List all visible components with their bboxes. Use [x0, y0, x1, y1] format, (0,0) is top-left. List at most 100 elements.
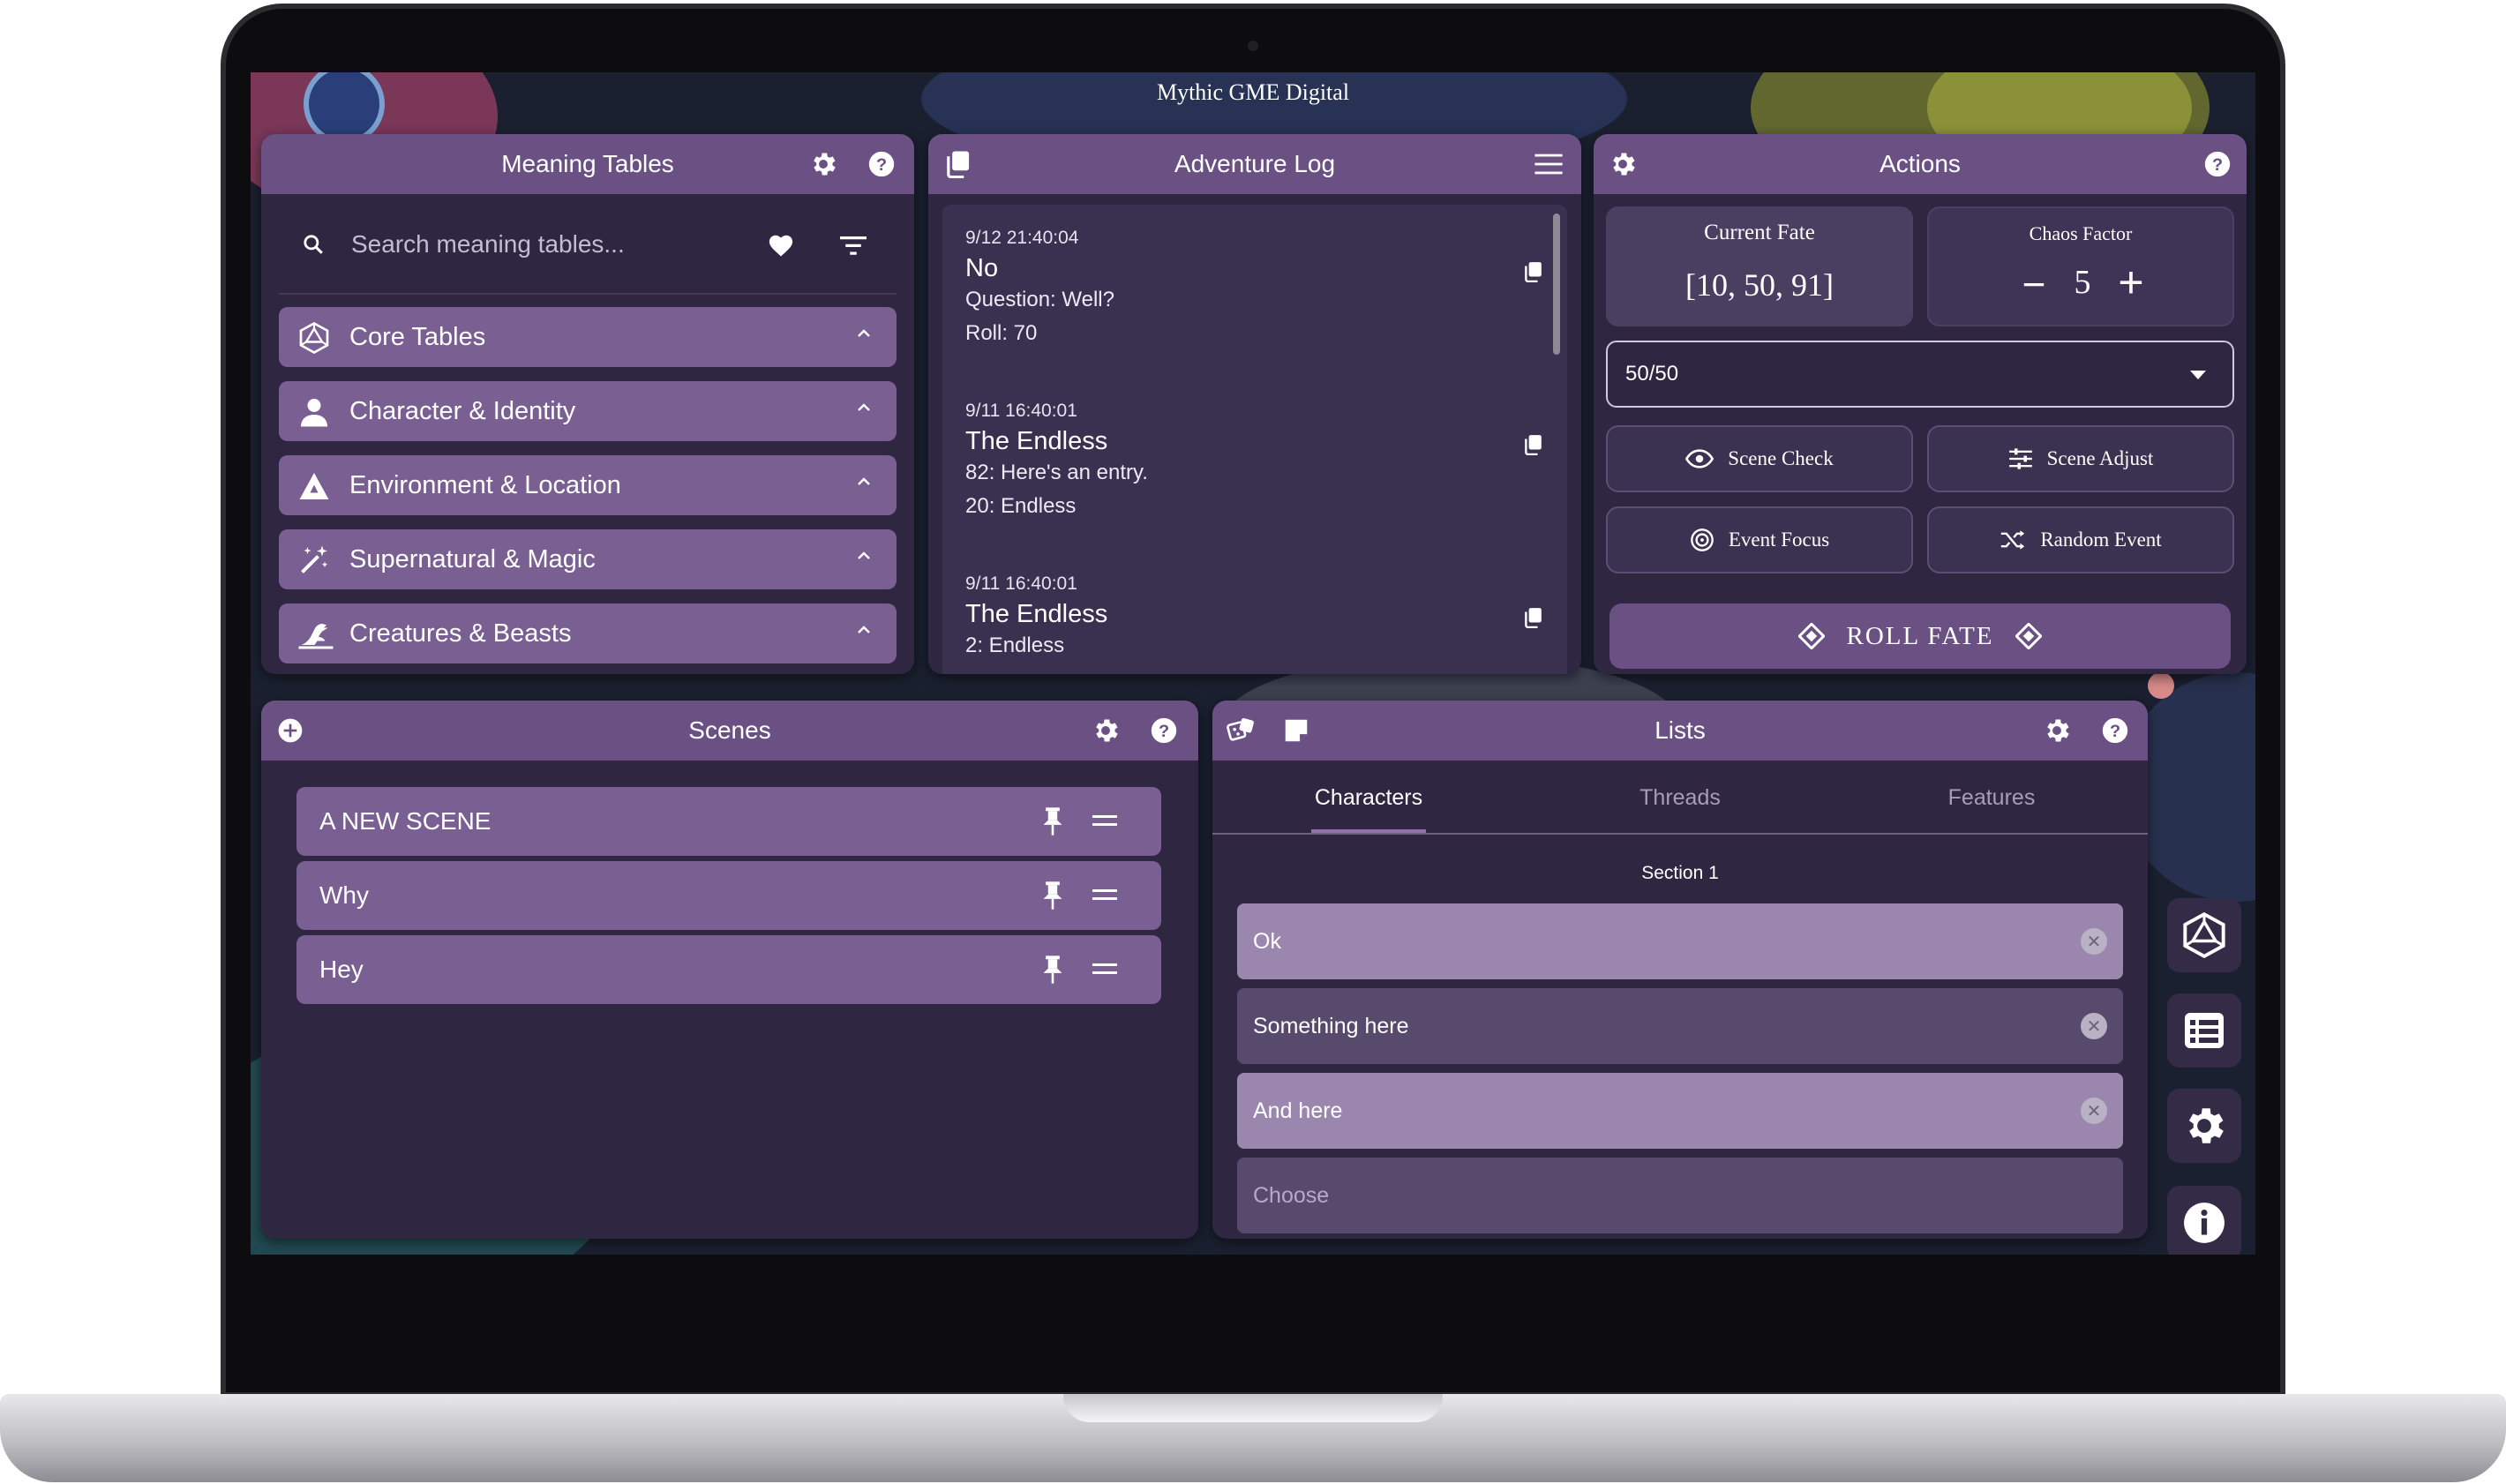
dock-info-button[interactable]: [2167, 1186, 2241, 1255]
list-item-label: Something here: [1253, 1014, 1409, 1038]
search-row: [279, 194, 897, 295]
drag-handle-icon[interactable]: [1092, 813, 1117, 828]
drag-handle-icon[interactable]: [1092, 962, 1117, 976]
remove-item-icon[interactable]: ✕: [2081, 1098, 2107, 1124]
diamond-icon: [2015, 623, 2042, 649]
category-character-identity[interactable]: Character & Identity: [279, 381, 897, 441]
category-core-tables[interactable]: Core Tables: [279, 307, 897, 367]
roll-fate-button[interactable]: ROLL FATE: [1609, 603, 2231, 669]
category-creatures-beasts[interactable]: Creatures & Beasts: [279, 603, 897, 663]
scene-check-label: Scene Check: [1728, 447, 1834, 469]
gear-icon[interactable]: [808, 149, 838, 179]
chevron-up-icon: [856, 328, 872, 339]
menu-icon[interactable]: [1534, 149, 1564, 179]
odds-select[interactable]: 50/50: [1606, 341, 2234, 408]
category-label: Character & Identity: [349, 397, 576, 425]
tab-threads[interactable]: Threads: [1524, 761, 1836, 835]
scene-label: Hey: [319, 956, 364, 983]
search-input[interactable]: [349, 226, 741, 263]
active-tab-indicator: [1311, 829, 1426, 833]
dock-dice-button[interactable]: [2167, 898, 2241, 972]
log-title: The Endless: [965, 427, 1108, 455]
help-icon[interactable]: ?: [867, 149, 897, 179]
remove-item-icon[interactable]: ✕: [2081, 1013, 2107, 1039]
log-entry: 9/11 16:40:01 The Endless 2: Endless: [965, 573, 1514, 667]
list-item-label: And here: [1253, 1098, 1343, 1123]
help-icon[interactable]: ?: [2202, 149, 2232, 179]
panel-title: Actions: [1880, 150, 1961, 177]
gear-icon[interactable]: [2042, 716, 2072, 746]
odds-selected-value: 50/50: [1625, 362, 1679, 386]
choose-input[interactable]: Choose: [1237, 1158, 2123, 1233]
gear-icon[interactable]: [1608, 149, 1638, 179]
adventure-log-panel: Adventure Log 9/12 21:40:04 No Question:…: [928, 134, 1581, 674]
tab-characters[interactable]: Characters: [1212, 761, 1525, 835]
chevron-up-icon: [856, 476, 872, 487]
scene-label: A NEW SCENE: [319, 807, 491, 835]
copy-icon[interactable]: [1523, 261, 1542, 282]
pin-icon[interactable]: [1041, 806, 1064, 836]
panel-header: Actions ?: [1594, 134, 2247, 194]
category-environment-location[interactable]: Environment & Location: [279, 455, 897, 515]
gear-icon[interactable]: [1091, 716, 1121, 746]
panel-header: Meaning Tables ?: [261, 134, 914, 194]
log-title: No: [965, 254, 999, 282]
pin-icon[interactable]: [1041, 955, 1064, 985]
log-list[interactable]: 9/12 21:40:04 No Question: Well? Roll: 7…: [942, 205, 1567, 674]
heart-icon[interactable]: [768, 233, 794, 258]
tab-features[interactable]: Features: [1835, 761, 2148, 835]
current-fate-box: Current Fate [10, 50, 91]: [1606, 206, 1913, 326]
chaos-factor-label: Chaos Factor: [2029, 222, 2133, 244]
log-line: Question: Well?: [965, 288, 1114, 311]
scene-item[interactable]: Hey: [296, 935, 1161, 1004]
scene-check-button[interactable]: Scene Check: [1606, 425, 1913, 492]
diamond-icon: [1798, 623, 1826, 649]
laptop-notch: [1063, 1394, 1443, 1422]
copy-all-icon[interactable]: [942, 149, 972, 179]
panel-title: Scenes: [688, 716, 771, 744]
log-line: 82: Here's an entry.: [965, 461, 1148, 484]
scene-item[interactable]: Why: [296, 861, 1161, 930]
choose-placeholder: Choose: [1253, 1183, 1330, 1208]
event-focus-label: Event Focus: [1728, 528, 1830, 551]
category-supernatural-magic[interactable]: Supernatural & Magic: [279, 529, 897, 589]
copy-icon[interactable]: [1523, 607, 1542, 628]
log-entry: 9/11 16:40:01 The Endless 82: Here's an …: [965, 401, 1514, 528]
filter-icon[interactable]: [840, 235, 867, 256]
dock-settings-button[interactable]: [2167, 1089, 2241, 1163]
chaos-plus-button[interactable]: +: [2109, 256, 2153, 309]
log-timestamp: 9/11 16:40:01: [965, 401, 1077, 421]
list-item[interactable]: Ok ✕: [1237, 903, 2123, 979]
category-label: Supernatural & Magic: [349, 545, 596, 573]
help-icon[interactable]: ?: [2100, 716, 2130, 746]
remove-item-icon[interactable]: ✕: [2081, 928, 2107, 955]
help-icon[interactable]: ?: [1149, 716, 1179, 746]
pin-icon[interactable]: [1041, 881, 1064, 911]
list-item[interactable]: Something here ✕: [1237, 988, 2123, 1064]
info-icon: [2182, 1201, 2226, 1245]
scene-item[interactable]: A NEW SCENE: [296, 787, 1161, 856]
drag-handle-icon[interactable]: [1092, 888, 1117, 902]
roll-fate-label: ROLL FATE: [1846, 621, 1994, 650]
caret-down-icon: [2190, 371, 2206, 379]
dock-list-button[interactable]: [2167, 993, 2241, 1068]
log-timestamp: 9/12 21:40:04: [965, 228, 1079, 248]
log-line: Roll: 70: [965, 321, 1038, 345]
list-icon: [2183, 1009, 2225, 1052]
random-event-button[interactable]: Random Event: [1927, 506, 2234, 573]
copy-icon[interactable]: [1523, 434, 1542, 455]
event-focus-button[interactable]: Event Focus: [1606, 506, 1913, 573]
scrollbar[interactable]: [1553, 214, 1560, 355]
shuffle-icon: [2000, 529, 2026, 551]
d20-icon: [298, 322, 330, 354]
section-label: Section 1: [1641, 863, 1719, 883]
person-icon: [298, 396, 330, 428]
list-item[interactable]: And here ✕: [1237, 1073, 2123, 1149]
scene-adjust-button[interactable]: Scene Adjust: [1927, 425, 2234, 492]
panel-title: Adventure Log: [1174, 150, 1336, 177]
log-timestamp: 9/11 16:40:01: [965, 573, 1077, 594]
current-fate-label: Current Fate: [1704, 221, 1815, 244]
camera: [1248, 41, 1258, 51]
chaos-minus-button[interactable]: −: [2012, 258, 2056, 311]
log-line: 20: Endless: [965, 494, 1077, 518]
